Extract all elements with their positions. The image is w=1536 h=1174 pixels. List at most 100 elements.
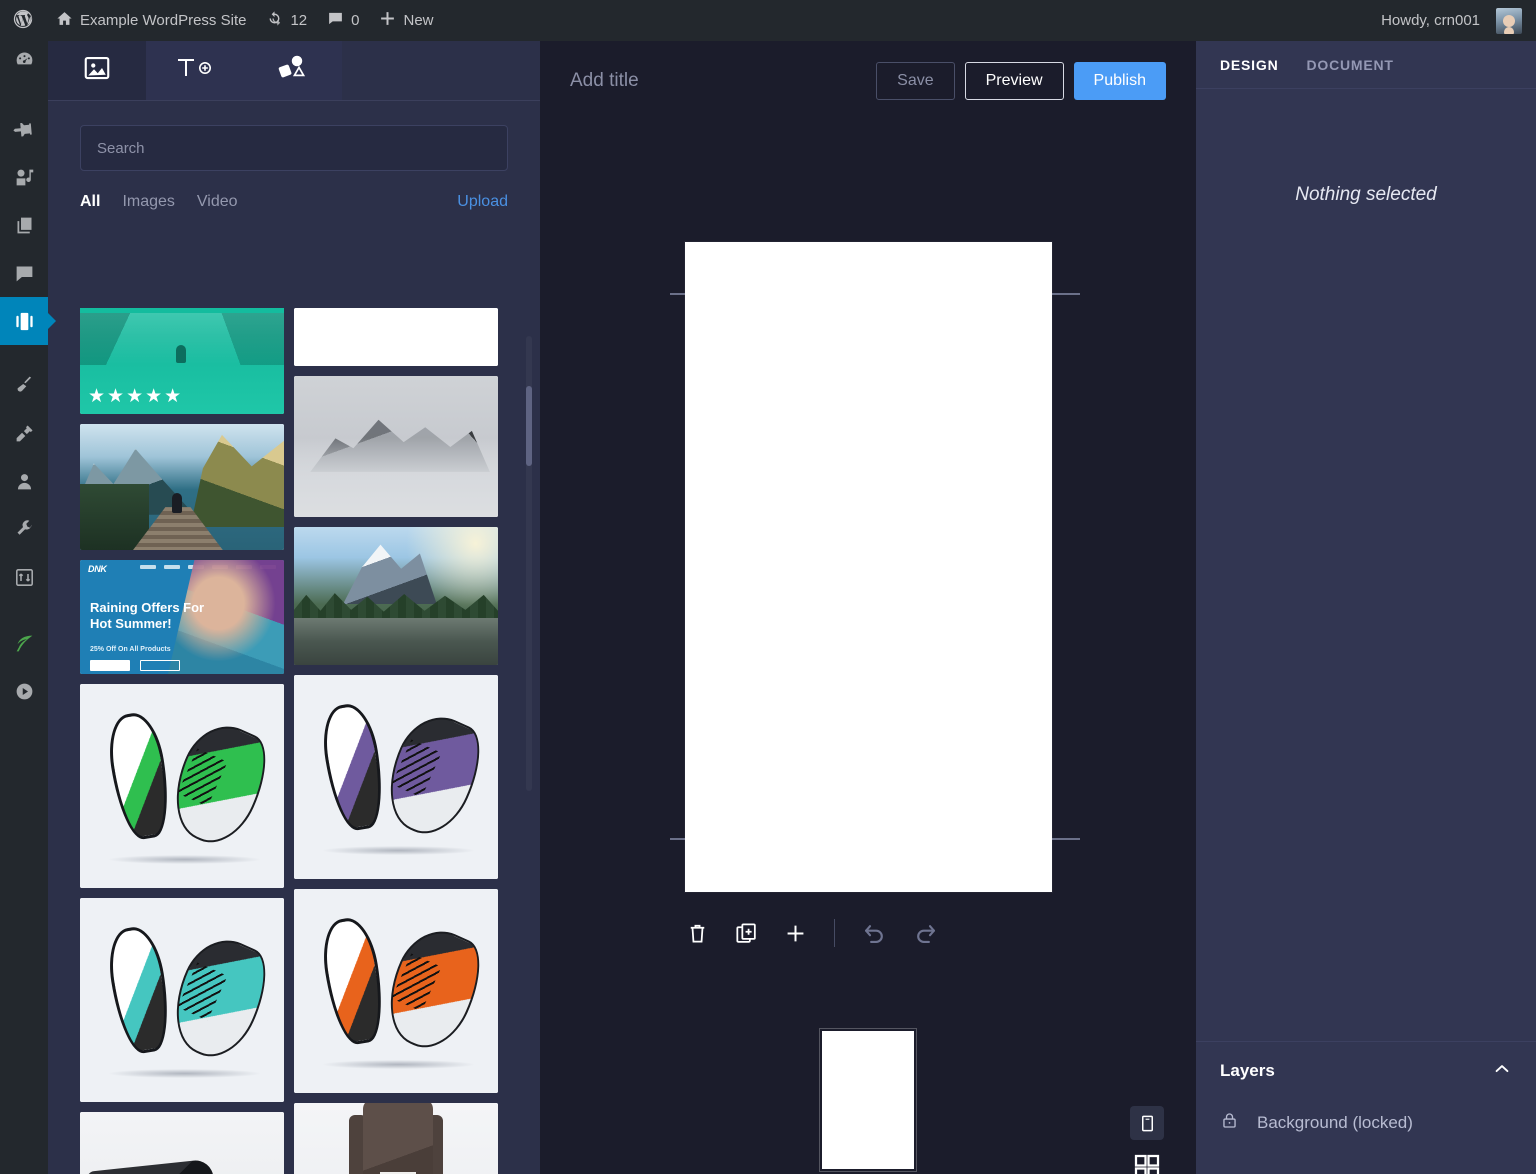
media-item-sneaker-green[interactable] xyxy=(80,684,284,888)
library-filter-row: All Images Video Upload xyxy=(48,171,540,225)
sidebar-item-pages[interactable] xyxy=(0,201,48,249)
sidebar-item-users[interactable] xyxy=(0,457,48,505)
new-label: New xyxy=(403,12,434,29)
sidebar-item-comments[interactable] xyxy=(0,249,48,297)
media-item-raining-offers-ad[interactable]: DNK Raining Offers For Hot Summer! 25% O… xyxy=(80,560,284,674)
play-circle-icon xyxy=(14,681,35,702)
comment-icon xyxy=(14,263,35,284)
home-icon xyxy=(56,10,73,31)
tab-document[interactable]: DOCUMENT xyxy=(1306,57,1393,73)
layer-row-background[interactable]: Background (locked) xyxy=(1196,1100,1536,1146)
layers-header[interactable]: Layers xyxy=(1196,1042,1536,1100)
comments-count: 0 xyxy=(351,12,360,29)
save-button[interactable]: Save xyxy=(876,61,955,100)
updates-count: 12 xyxy=(290,12,308,29)
safe-zone-guide-bottom-right xyxy=(1052,838,1080,840)
media-item-autumn-2020-review[interactable]: Autumn 2020 Review ★★★★★ xyxy=(80,308,284,414)
shapes-icon xyxy=(277,54,309,87)
site-name-menu[interactable]: Example WordPress Site xyxy=(46,0,256,41)
story-page-canvas[interactable] xyxy=(685,242,1052,892)
single-page-view-button[interactable] xyxy=(1130,1106,1164,1140)
sidebar-item-settings[interactable] xyxy=(0,553,48,601)
stories-icon xyxy=(13,310,36,333)
redo-button[interactable] xyxy=(912,920,939,947)
sidebar-item-leaf-plugin[interactable] xyxy=(0,619,48,667)
story-title-input[interactable]: Add title xyxy=(570,70,876,92)
duplicate-page-button[interactable] xyxy=(734,921,759,946)
sidebar-item-plugins[interactable] xyxy=(0,409,48,457)
pin-icon xyxy=(12,119,35,140)
sidebar-item-appearance[interactable] xyxy=(0,361,48,409)
pages-icon xyxy=(14,215,35,236)
ad-subtext: 25% Off On All Products xyxy=(90,646,171,653)
preview-button[interactable]: Preview xyxy=(964,61,1064,100)
toolbar-separator xyxy=(834,919,835,947)
plus-icon xyxy=(379,10,396,31)
media-item-sneaker-purple[interactable] xyxy=(294,675,498,879)
media-item-blank-white[interactable] xyxy=(294,308,498,366)
sidebar-item-posts[interactable] xyxy=(0,105,48,153)
tab-design[interactable]: DESIGN xyxy=(1220,57,1278,73)
new-content-button[interactable]: New xyxy=(369,0,443,41)
grid-view-button[interactable] xyxy=(1130,1150,1164,1174)
wrench-icon xyxy=(14,519,35,540)
carousel-page-thumbnail[interactable] xyxy=(819,1028,917,1172)
media-grid[interactable]: Autumn 2020 Review ★★★★★ DNK Raining Off… xyxy=(48,308,540,1174)
leaf-icon xyxy=(14,633,35,654)
updates-button[interactable]: 12 xyxy=(256,0,317,41)
story-editor-workspace: Add title Save Preview Publish xyxy=(540,41,1196,1174)
sidebar-item-stories[interactable] xyxy=(0,297,56,345)
chevron-up-icon[interactable] xyxy=(1492,1059,1512,1084)
undo-button[interactable] xyxy=(861,920,888,947)
filter-all[interactable]: All xyxy=(80,193,100,211)
filter-video[interactable]: Video xyxy=(197,193,238,211)
comments-button[interactable]: 0 xyxy=(317,0,369,41)
delete-page-button[interactable] xyxy=(685,921,710,946)
layers-title: Layers xyxy=(1220,1061,1275,1080)
media-item-man-in-jeans[interactable] xyxy=(294,1103,498,1174)
ad-brand: DNK xyxy=(88,564,107,574)
filter-images[interactable]: Images xyxy=(122,193,174,211)
media-item-sneaker-orange[interactable] xyxy=(294,889,498,1093)
media-item-lake-dock-mountains[interactable] xyxy=(80,424,284,550)
sidebar-item-media[interactable] xyxy=(0,153,48,201)
media-item-foggy-mountain-bw[interactable] xyxy=(294,376,498,517)
tab-text[interactable] xyxy=(146,41,244,100)
media-item-sneaker-teal[interactable] xyxy=(80,898,284,1102)
sidebar-item-dashboard[interactable] xyxy=(0,35,48,83)
search-input[interactable] xyxy=(80,125,508,171)
upload-link[interactable]: Upload xyxy=(457,193,508,211)
wordpress-logo-button[interactable] xyxy=(0,0,46,41)
safe-zone-guide-top-right xyxy=(1052,293,1080,295)
editor-header: Add title Save Preview Publish xyxy=(540,41,1196,120)
view-mode-switcher xyxy=(1130,1106,1164,1174)
media-icon xyxy=(14,167,35,188)
tab-media[interactable] xyxy=(48,41,146,100)
sidebar-item-video-plugin[interactable] xyxy=(0,667,48,715)
wordpress-logo-icon xyxy=(12,8,34,34)
ad-headline: Raining Offers For Hot Summer! xyxy=(90,600,205,632)
wp-admin-menu xyxy=(0,41,56,1174)
user-icon xyxy=(14,471,35,492)
page-carousel[interactable] xyxy=(540,1020,1196,1174)
library-scrollbar-thumb[interactable] xyxy=(526,386,532,466)
media-item-alpine-valley[interactable] xyxy=(294,527,498,665)
inspector-panel: DESIGN DOCUMENT Nothing selected Layers … xyxy=(1196,41,1536,1174)
library-search-area xyxy=(48,101,540,171)
image-icon xyxy=(82,53,112,88)
layer-label: Background (locked) xyxy=(1257,1113,1413,1132)
media-item-black-jacket-folded[interactable] xyxy=(80,1112,284,1174)
tab-shapes[interactable] xyxy=(244,41,342,100)
account-menu[interactable]: Howdy, crn001 xyxy=(1371,0,1536,41)
plug-icon xyxy=(14,423,35,444)
media-column-left: Autumn 2020 Review ★★★★★ DNK Raining Off… xyxy=(80,308,284,1174)
text-add-icon xyxy=(174,55,216,86)
lock-icon xyxy=(1220,1111,1239,1135)
add-page-button[interactable] xyxy=(783,921,808,946)
avatar xyxy=(1496,7,1522,34)
publish-button[interactable]: Publish xyxy=(1073,61,1166,100)
star-rating: ★★★★★ xyxy=(88,386,184,407)
comment-icon xyxy=(327,10,344,31)
media-column-right xyxy=(294,308,498,1174)
sidebar-item-tools[interactable] xyxy=(0,505,48,553)
